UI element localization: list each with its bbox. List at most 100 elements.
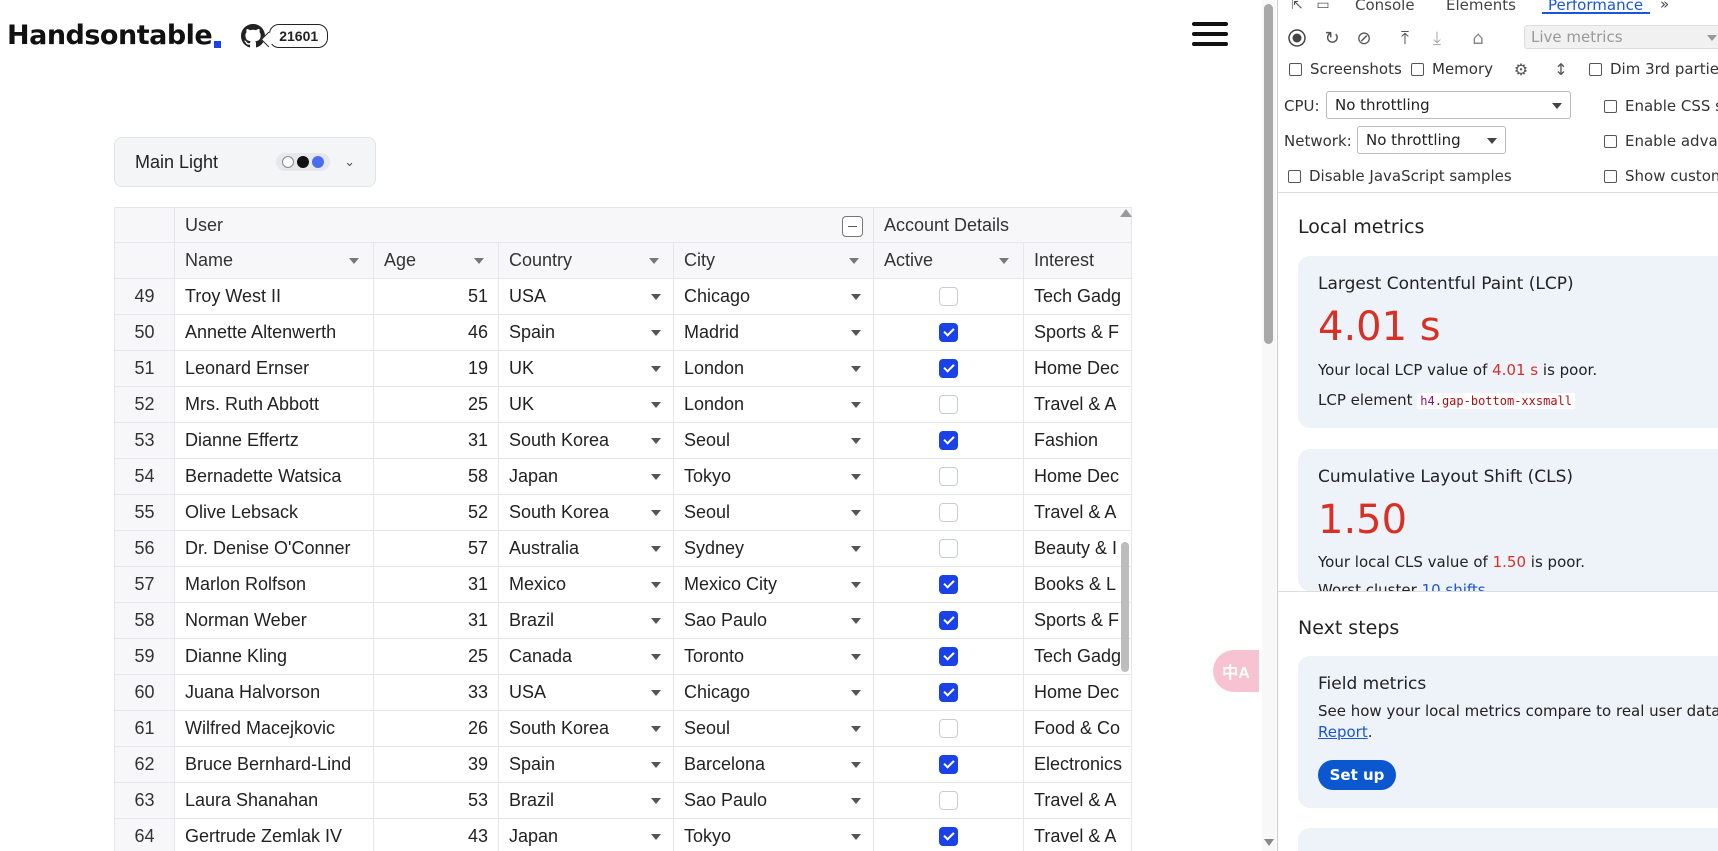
cell-age[interactable]: 31	[374, 567, 499, 603]
cell-interest[interactable]: Home Dec	[1024, 351, 1132, 387]
record-icon[interactable]	[1286, 27, 1308, 49]
cell-name[interactable]: Olive Lebsack	[175, 495, 374, 531]
page-scrollbar-thumb[interactable]	[1264, 4, 1273, 344]
row-header[interactable]: 59	[114, 639, 175, 675]
dropdown-arrow-icon[interactable]	[651, 690, 661, 696]
cell-city[interactable]: Mexico City	[674, 567, 874, 603]
cell-country[interactable]: USA	[499, 675, 674, 711]
github-icon[interactable]	[241, 23, 266, 48]
cell-country[interactable]: South Korea	[499, 711, 674, 747]
cell-interest[interactable]: Sports & F	[1024, 315, 1132, 351]
cell-name[interactable]: Dianne Effertz	[175, 423, 374, 459]
cell-city[interactable]: Chicago	[674, 675, 874, 711]
cell-active[interactable]	[874, 315, 1024, 351]
upload-icon[interactable]: ⤒	[1394, 27, 1416, 49]
cell-active[interactable]	[874, 495, 1024, 531]
cell-interest[interactable]: Beauty & I	[1024, 531, 1132, 567]
setup-button[interactable]: Set up	[1318, 760, 1396, 790]
cell-country[interactable]: South Korea	[499, 495, 674, 531]
collapse-icon[interactable]: ↕	[1550, 58, 1572, 80]
cell-country[interactable]: Japan	[499, 819, 674, 851]
tab-elements[interactable]: Elements	[1446, 0, 1516, 14]
tab-console[interactable]: Console	[1355, 0, 1415, 14]
cell-active[interactable]	[874, 387, 1024, 423]
dropdown-arrow-icon[interactable]	[851, 582, 861, 588]
cell-active[interactable]	[874, 819, 1024, 851]
dropdown-arrow-icon[interactable]	[651, 330, 661, 336]
active-checkbox[interactable]	[939, 467, 958, 486]
screenshots-checkbox[interactable]: Screenshots	[1289, 60, 1402, 78]
disable-js-samples-checkbox[interactable]: Disable JavaScript samples	[1288, 167, 1512, 185]
cell-interest[interactable]: Travel & A	[1024, 495, 1132, 531]
cell-interest[interactable]: Tech Gadg	[1024, 279, 1132, 315]
lcp-element-code[interactable]: h4.gap-bottom-xxsmall	[1417, 393, 1576, 409]
cell-name[interactable]: Mrs. Ruth Abbott	[175, 387, 374, 423]
dropdown-arrow-icon[interactable]	[651, 618, 661, 624]
dropdown-arrow-icon[interactable]	[851, 474, 861, 480]
download-icon[interactable]: ⤓	[1426, 27, 1448, 49]
cell-city[interactable]: Tokyo	[674, 819, 874, 851]
active-checkbox[interactable]	[939, 791, 958, 810]
cell-active[interactable]	[874, 351, 1024, 387]
cell-country[interactable]: Australia	[499, 531, 674, 567]
cell-interest[interactable]: Books & L	[1024, 567, 1132, 603]
cell-age[interactable]: 57	[374, 531, 499, 567]
dim-3rd-parties-checkbox[interactable]: Dim 3rd parties	[1589, 60, 1718, 78]
cell-city[interactable]: Seoul	[674, 423, 874, 459]
dropdown-arrow-icon[interactable]	[851, 762, 861, 768]
cell-name[interactable]: Dr. Denise O'Conner	[175, 531, 374, 567]
cell-name[interactable]: Bruce Bernhard-Lind	[175, 747, 374, 783]
cell-age[interactable]: 31	[374, 603, 499, 639]
reload-record-icon[interactable]: ↻	[1321, 27, 1343, 49]
dropdown-arrow-icon[interactable]	[851, 510, 861, 516]
column-header-active[interactable]: Active	[874, 243, 1024, 279]
cell-active[interactable]	[874, 783, 1024, 819]
cell-name[interactable]: Leonard Ernser	[175, 351, 374, 387]
active-checkbox[interactable]	[939, 827, 958, 846]
active-checkbox[interactable]	[939, 287, 958, 306]
cell-active[interactable]	[874, 531, 1024, 567]
cell-interest[interactable]: Travel & A	[1024, 387, 1132, 423]
row-header[interactable]: 55	[114, 495, 175, 531]
scroll-down-arrow-icon[interactable]	[1264, 839, 1274, 846]
active-checkbox[interactable]	[939, 323, 958, 342]
menu-hamburger-icon[interactable]	[1192, 22, 1228, 48]
report-link[interactable]: Report	[1318, 723, 1368, 741]
cell-age[interactable]: 43	[374, 819, 499, 851]
row-header[interactable]: 56	[114, 531, 175, 567]
row-header[interactable]: 58	[114, 603, 175, 639]
cell-age[interactable]: 19	[374, 351, 499, 387]
cell-active[interactable]	[874, 423, 1024, 459]
cell-name[interactable]: Juana Halvorson	[175, 675, 374, 711]
show-custom-checkbox[interactable]: Show custom	[1604, 167, 1718, 185]
network-throttling-select[interactable]: No throttling	[1357, 126, 1506, 154]
cell-country[interactable]: Japan	[499, 459, 674, 495]
cell-age[interactable]: 25	[374, 387, 499, 423]
cell-interest[interactable]: Travel & A	[1024, 819, 1132, 851]
dropdown-arrow-icon[interactable]	[851, 546, 861, 552]
cell-city[interactable]: Seoul	[674, 711, 874, 747]
cell-active[interactable]	[874, 459, 1024, 495]
home-icon[interactable]: ⌂	[1467, 27, 1489, 49]
row-header[interactable]: 60	[114, 675, 175, 711]
cell-country[interactable]: South Korea	[499, 423, 674, 459]
broom-icon[interactable]: ⚙	[1510, 58, 1532, 80]
scroll-up-arrow-icon[interactable]	[1120, 209, 1132, 217]
cell-city[interactable]: Toronto	[674, 639, 874, 675]
cell-active[interactable]	[874, 639, 1024, 675]
row-header[interactable]: 51	[114, 351, 175, 387]
dropdown-arrow-icon[interactable]	[651, 366, 661, 372]
cell-city[interactable]: London	[674, 351, 874, 387]
dropdown-arrow-icon[interactable]	[651, 438, 661, 444]
cell-age[interactable]: 51	[374, 279, 499, 315]
active-checkbox[interactable]	[939, 611, 958, 630]
dropdown-arrow-icon[interactable]	[651, 474, 661, 480]
row-header[interactable]: 63	[114, 783, 175, 819]
cell-age[interactable]: 26	[374, 711, 499, 747]
cell-age[interactable]: 31	[374, 423, 499, 459]
data-grid[interactable]: User Account Details Name Age Country City Act…	[114, 207, 1132, 851]
cell-city[interactable]: London	[674, 387, 874, 423]
clear-icon[interactable]: ⊘	[1353, 27, 1375, 49]
dropdown-arrow-icon[interactable]	[851, 366, 861, 372]
dropdown-arrow-icon[interactable]	[651, 654, 661, 660]
